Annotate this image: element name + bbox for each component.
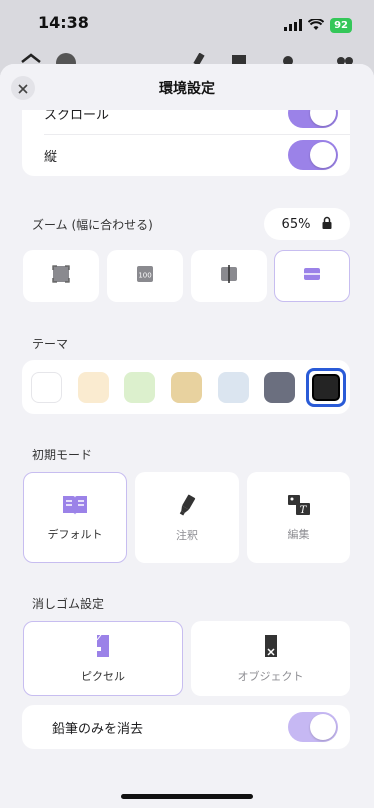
pencil-only-label: 鉛筆のみを消去: [52, 721, 144, 737]
eraser-object-label: オブジェクト: [237, 669, 304, 683]
mode-default-button[interactable]: デフォルト: [23, 472, 127, 563]
home-indicator: [121, 794, 253, 799]
mode-edit-label: 編集: [287, 527, 310, 541]
mode-annotate-label: 注釈: [176, 528, 198, 542]
mode-edit-button[interactable]: T 編集: [247, 472, 350, 563]
vertical-label: 縦: [44, 149, 58, 165]
initial-mode-label: 初期モード: [32, 448, 93, 462]
theme-swatch-green[interactable]: [124, 372, 155, 403]
battery-icon: 92: [330, 18, 352, 33]
pencil-only-card: 鉛筆のみを消去: [22, 705, 350, 749]
mode-annotate-button[interactable]: 注釈: [135, 472, 239, 563]
theme-swatch-tan[interactable]: [171, 372, 202, 403]
zoom-value: 65%: [281, 216, 311, 232]
pixel-eraser-icon: [94, 634, 112, 662]
zoom-fit-page-button[interactable]: [23, 250, 99, 302]
book-icon: [62, 494, 88, 520]
actual-size-icon: 100: [136, 265, 154, 287]
page-title-overlay: 環境設定: [159, 81, 215, 97]
marker-icon: [175, 493, 199, 521]
eraser-object-button[interactable]: オブジェクト: [191, 621, 350, 696]
vertical-toggle[interactable]: [288, 140, 338, 170]
signal-icon: [284, 16, 303, 35]
object-eraser-icon: [262, 634, 280, 662]
zoom-label: ズーム (幅に合わせる): [32, 218, 153, 232]
status-icons: 92: [284, 16, 352, 35]
fit-page-icon: [52, 265, 70, 287]
edit-image-text-icon: T: [287, 494, 311, 520]
theme-swatch-gray[interactable]: [264, 372, 295, 403]
theme-swatch-black-selected[interactable]: [306, 368, 346, 407]
zoom-100-button[interactable]: 100: [107, 250, 183, 302]
theme-swatch-cream[interactable]: [78, 372, 109, 403]
fit-height-icon: [219, 265, 239, 287]
theme-swatch-blue[interactable]: [218, 372, 249, 403]
status-bar: 14:38 92: [0, 0, 374, 50]
settings-sheet: 環境設定 スクロール 縦 環境設定 ズーム (幅に合わせる) 65%: [0, 64, 374, 808]
pencil-only-toggle[interactable]: [288, 712, 338, 742]
zoom-fit-height-button[interactable]: [191, 250, 267, 302]
theme-label: テーマ: [32, 337, 69, 351]
fit-width-icon: [302, 266, 322, 286]
eraser-settings-label: 消しゴム設定: [32, 597, 105, 611]
eraser-pixel-button[interactable]: ピクセル: [23, 621, 183, 696]
svg-text:100: 100: [138, 272, 151, 280]
zoom-value-pill[interactable]: 65%: [264, 208, 350, 240]
lock-icon: [322, 216, 332, 233]
eraser-pixel-label: ピクセル: [81, 669, 125, 683]
zoom-fit-width-button[interactable]: [274, 250, 350, 302]
vertical-row: 縦: [22, 134, 350, 176]
status-time: 14:38: [38, 13, 89, 32]
theme-swatch-white[interactable]: [31, 372, 62, 403]
wifi-icon: [307, 16, 325, 35]
pencil-only-row: 鉛筆のみを消去: [22, 706, 350, 748]
mode-default-label: デフォルト: [47, 527, 103, 541]
